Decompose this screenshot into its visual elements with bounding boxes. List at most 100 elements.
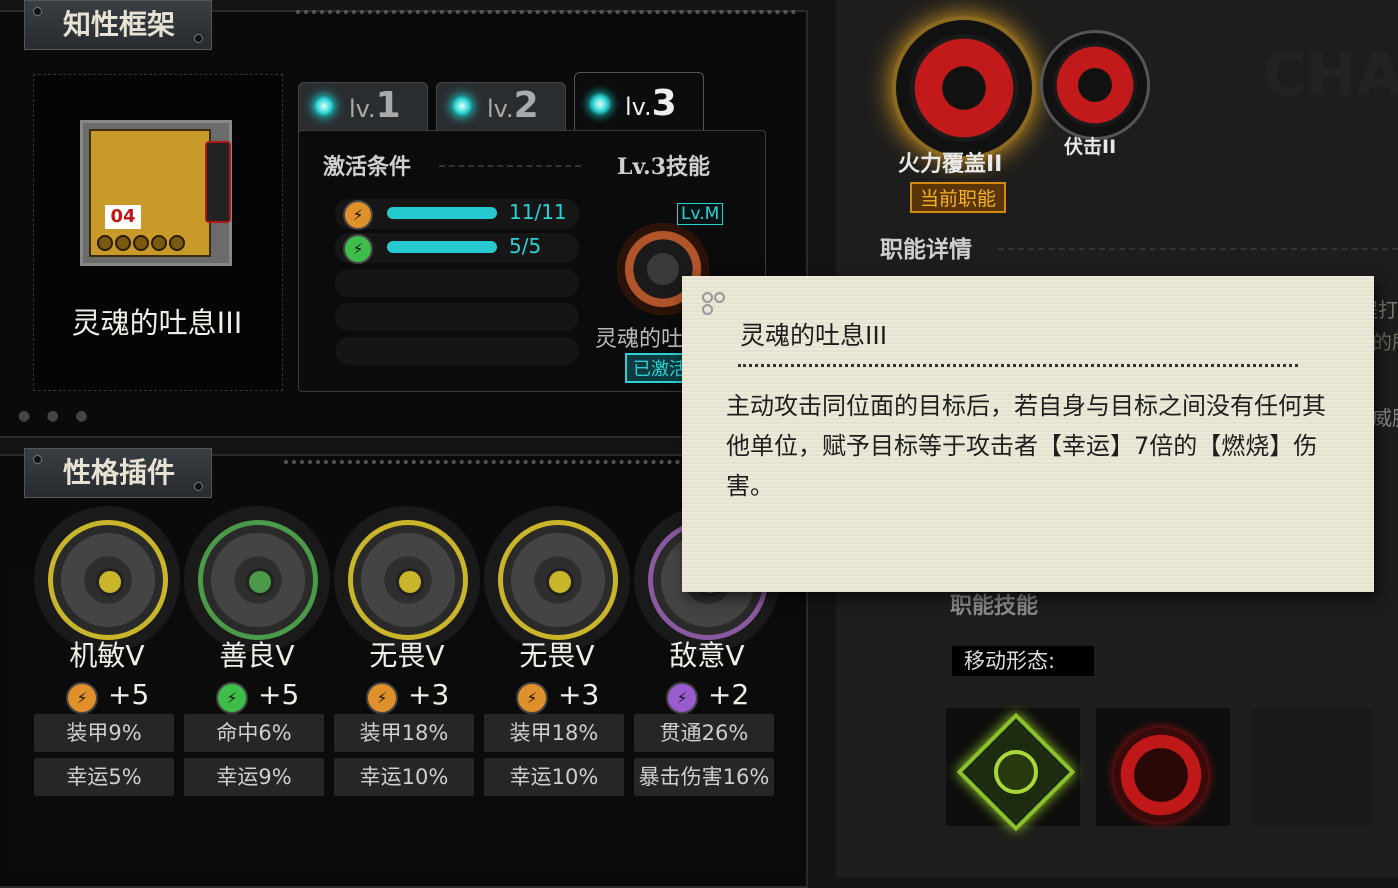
panel-top-dots (284, 460, 704, 464)
plugin-wheel-icon (334, 506, 480, 652)
plugin-value: +2 (708, 678, 750, 711)
personality-title-text: 性格插件 (63, 456, 176, 489)
cyan-gem-icon (451, 95, 473, 117)
gear-crown-icon (910, 34, 1018, 142)
framework-name: 灵魂的吐息III (71, 306, 243, 340)
right-bg-watermark: CHA (1262, 40, 1398, 110)
job-skills-title: 职能技能 (950, 593, 1039, 619)
plugin-stat: 暴击伤害16% (634, 758, 774, 796)
chip-board: 04 (89, 129, 211, 257)
job-secondary-name: 伏击II (1064, 136, 1117, 158)
tab-lv3[interactable]: lv.3 (574, 72, 704, 136)
plugin-wheel-hub (246, 568, 274, 596)
activation-title: 激活条件 (323, 154, 412, 180)
condition-progress (387, 207, 497, 219)
plugin-wheel-icon (484, 506, 630, 652)
tooltip-description: 主动攻击同位面的目标后，若自身与目标之间没有任何其他单位，赋予目标等于攻击者【幸… (726, 392, 1326, 500)
tab-lv2-prefix: lv. (487, 95, 514, 123)
condition-empty-slot (335, 303, 579, 331)
skill-slot-2[interactable] (1096, 708, 1230, 826)
tab-lv1-label: lv.1 (349, 85, 401, 126)
lightning-icon: ⚡ (516, 682, 548, 714)
panel-top-dots (296, 10, 796, 14)
skill-level-badge: Lv.M (677, 203, 724, 225)
condition-row: ⚡ 5/5 (335, 233, 579, 264)
plugin-name: 无畏V (369, 639, 445, 672)
plugin-stat: 幸运10% (334, 758, 474, 796)
lightning-icon: ⚡ (66, 682, 98, 714)
condition-empty-slot (335, 337, 579, 365)
framework-title-text: 知性框架 (63, 8, 176, 41)
tab-lv1[interactable]: lv.1 (298, 82, 428, 134)
chip-knob (97, 235, 113, 251)
divider (439, 165, 581, 167)
job-desc-bg-line-3: 威胁 (1372, 406, 1398, 430)
tooltip-divider (738, 364, 1298, 367)
screw-icon (33, 7, 42, 16)
plugin-name: 机敏V (69, 639, 145, 672)
gear-radar-icon (1053, 43, 1137, 127)
plugin-value: +5 (108, 678, 150, 711)
skill-title: Lv.3技能 (617, 154, 711, 180)
plugin-value: +3 (558, 678, 600, 711)
personality-title: 性格插件 (24, 448, 213, 498)
plugin-stat: 幸运9% (184, 758, 324, 796)
chip-knob (115, 235, 131, 251)
screw-icon (194, 34, 204, 43)
plugin-value: +3 (408, 678, 450, 711)
job-badge-primary[interactable] (892, 16, 1036, 160)
tab-lv3-label: lv.3 (625, 83, 677, 124)
current-job-badge: 当前职能 (910, 182, 1007, 213)
chip-knob (169, 235, 185, 251)
cyan-gem-icon (589, 93, 611, 115)
tab-lv1-prefix: lv. (349, 95, 376, 123)
lightning-orange-icon: ⚡ (343, 200, 373, 230)
skill-tooltip: 灵魂的吐息III 主动攻击同位面的目标后，若自身与目标之间没有任何其他单位，赋予… (682, 276, 1374, 592)
plugin-stat: 命中6% (184, 714, 324, 752)
framework-title: 知性框架 (24, 0, 213, 50)
chip-connector (205, 141, 231, 223)
plugin-wheel-hub (96, 568, 124, 596)
tooltip-title: 灵魂的吐息III (740, 321, 888, 350)
tab-lv3-num: 3 (651, 83, 677, 124)
condition-empty-slot (335, 269, 579, 297)
tab-lv2[interactable]: lv.2 (436, 82, 566, 134)
condition-row: ⚡ 11/11 (335, 199, 579, 230)
job-badge-secondary[interactable] (1040, 30, 1150, 140)
screw-icon (33, 455, 42, 464)
lightning-icon: ⚡ (666, 682, 698, 714)
tab-lv2-label: lv.2 (487, 85, 539, 126)
cyan-gem-icon (313, 95, 335, 117)
screw-icon (194, 482, 204, 491)
plugin-stat: 幸运5% (34, 758, 174, 796)
plugin-wheel-icon (184, 506, 330, 652)
pager-dots: ● ● ● (18, 408, 94, 424)
framework-chip-image: 04 (80, 120, 232, 266)
condition-value: 5/5 (509, 234, 542, 258)
plugin-wheel-hub (396, 568, 424, 596)
chip-knob (133, 235, 149, 251)
move-form-label: 移动形态: (952, 646, 1094, 676)
plugin-stat: 装甲18% (334, 714, 474, 752)
job-primary-name: 火力覆盖II (898, 152, 1003, 177)
chip-number: 04 (105, 205, 141, 229)
skill-slot-1[interactable] (946, 708, 1080, 832)
lightning-green-icon: ⚡ (343, 234, 373, 264)
job-details-title: 职能详情 (880, 236, 972, 263)
tab-lv2-num: 2 (513, 85, 539, 126)
job-desc-bg-line-2: 的所有敌方地面单位同时发动无视距离的攻击。无法 (1372, 330, 1398, 354)
skill-slot-3[interactable] (1252, 708, 1372, 826)
plugin-wheel-hub (546, 568, 574, 596)
plugin-stat: 幸运10% (484, 758, 624, 796)
plugin-stat: 贯通26% (634, 714, 774, 752)
tab-lv1-num: 1 (375, 85, 401, 126)
tank-red-icon (1114, 728, 1208, 822)
chip-knob (151, 235, 167, 251)
plugin-name: 无畏V (519, 639, 595, 672)
plugin-stat: 装甲18% (484, 714, 624, 752)
plugin-wheel-icon (34, 506, 180, 652)
plugin-name: 善良V (219, 639, 295, 672)
divider (998, 248, 1398, 250)
plugin-name: 敌意V (669, 639, 745, 672)
tab-lv3-prefix: lv. (625, 93, 652, 121)
